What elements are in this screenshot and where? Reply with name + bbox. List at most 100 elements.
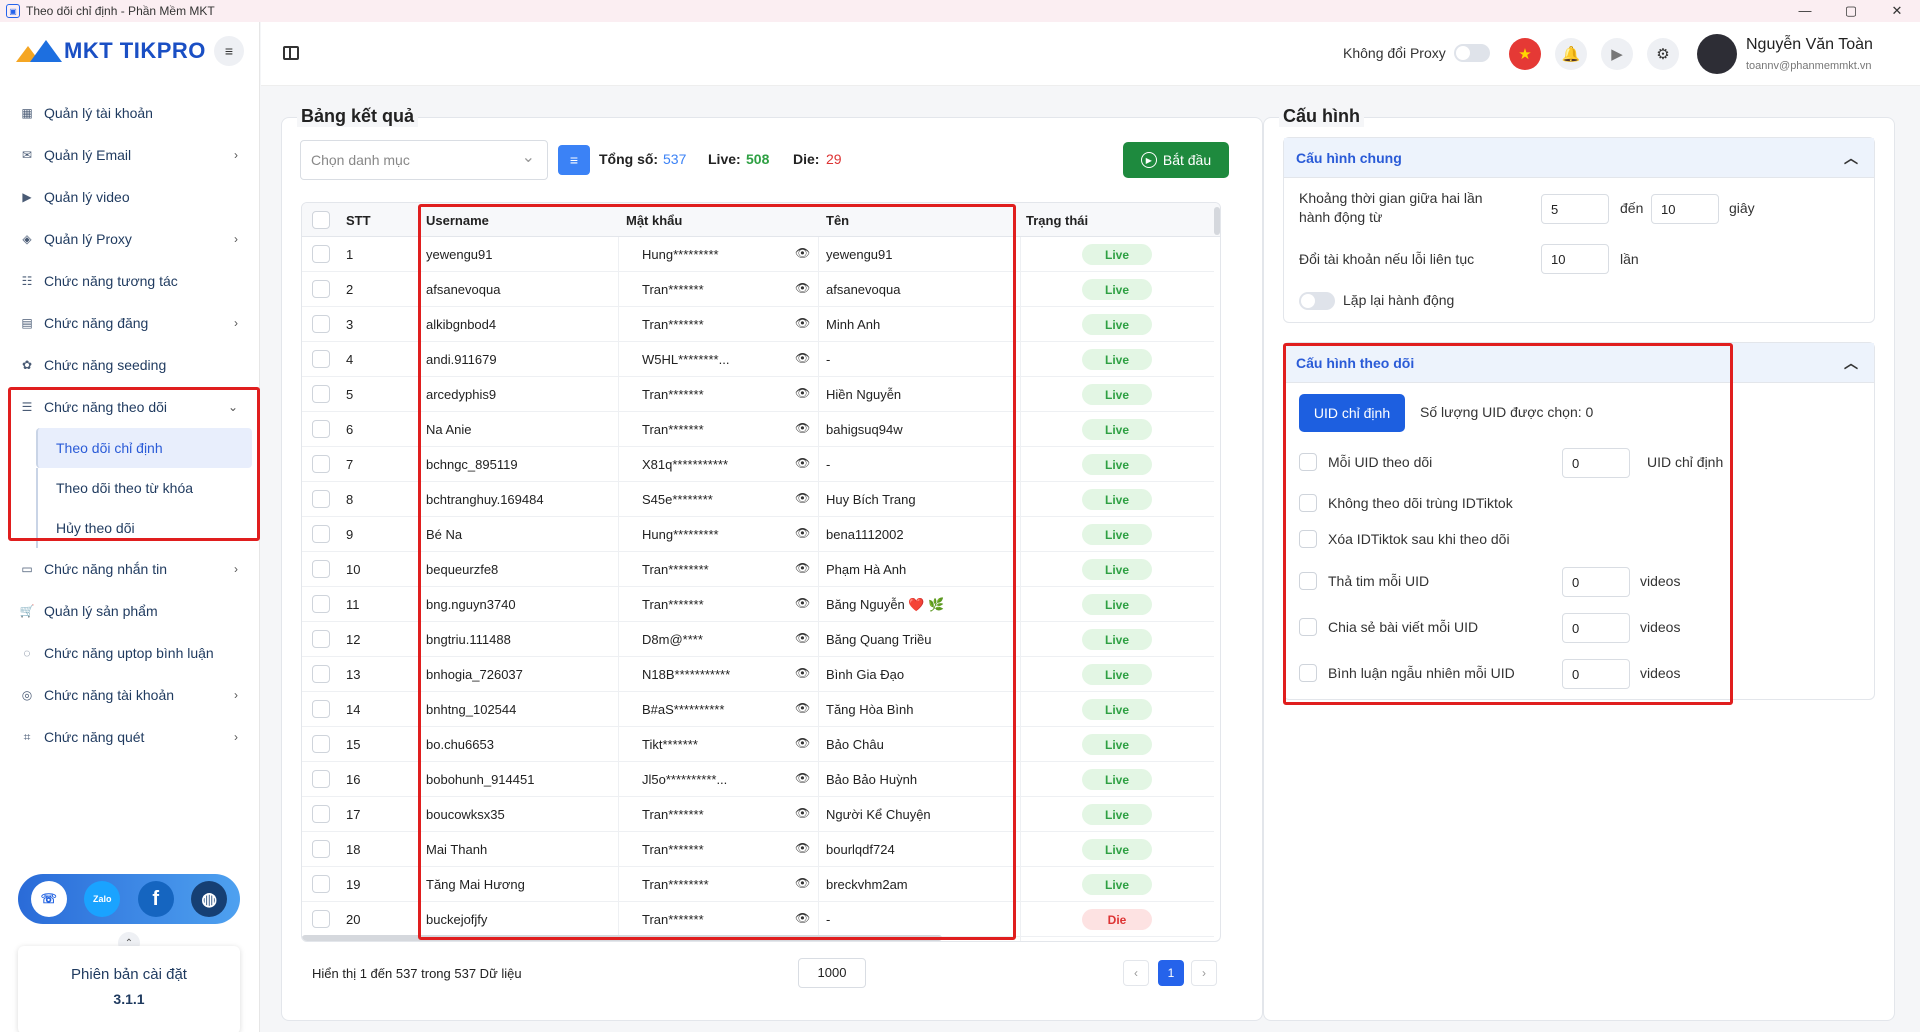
no-duplicate-checkbox[interactable]: [1299, 494, 1317, 512]
eye-icon[interactable]: 👁: [795, 806, 810, 820]
col-status[interactable]: Trạng thái: [1026, 213, 1088, 228]
row-checkbox[interactable]: [312, 630, 330, 648]
uid-specified-button[interactable]: UID chỉ định: [1299, 394, 1405, 432]
table-row[interactable]: 8 bchtranghuy.169484 S45e******** 👁 Huy Bích…: [302, 482, 1214, 517]
table-row[interactable]: 18 Mai Thanh Tran******* 👁 bourlqdf724 Live: [302, 832, 1214, 867]
start-button[interactable]: ▶ Bắt đầu: [1123, 142, 1229, 178]
prev-page-button[interactable]: ‹: [1123, 960, 1149, 986]
horizontal-scrollbar[interactable]: [302, 935, 942, 941]
col-username[interactable]: Username: [426, 213, 489, 228]
vertical-scrollbar[interactable]: [1214, 207, 1220, 235]
zalo-icon[interactable]: Zalo: [84, 881, 121, 917]
table-row[interactable]: 17 boucowksx35 Tran******* 👁 Người Kể Chuyện…: [302, 797, 1214, 832]
gear-icon[interactable]: ⚙: [1647, 38, 1679, 70]
share-checkbox[interactable]: [1299, 618, 1317, 636]
page-1-button[interactable]: 1: [1158, 960, 1184, 986]
row-checkbox[interactable]: [312, 910, 330, 928]
row-checkbox[interactable]: [312, 420, 330, 438]
table-row[interactable]: 7 bchngc_895119 X81q*********** 👁 - Live: [302, 447, 1214, 482]
close-button[interactable]: ✕: [1874, 0, 1920, 22]
table-row[interactable]: 6 Na Anie Tran******* 👁 bahigsuq94w Live: [302, 412, 1214, 447]
sidebar-item-seeding[interactable]: ✿ Chức năng seeding: [0, 344, 260, 386]
row-checkbox[interactable]: [312, 770, 330, 788]
table-row[interactable]: 19 Tăng Mai Hương Tran******** 👁 breckvhm2am…: [302, 867, 1214, 902]
proxy-switch[interactable]: [1453, 44, 1490, 62]
eye-icon[interactable]: 👁: [795, 596, 810, 610]
submenu-unfollow[interactable]: Hủy theo dõi: [36, 508, 260, 548]
table-row[interactable]: 10 bequeurzfe8 Tran******** 👁 Phạm Hà Anh Liv…: [302, 552, 1214, 587]
sidebar-item-scan[interactable]: ⌗ Chức năng quét ›: [0, 716, 260, 758]
table-row[interactable]: 11 bng.nguyn3740 Tran******* 👁 Băng Nguyễn ❤…: [302, 587, 1214, 622]
general-config-header[interactable]: Cấu hình chung ︿: [1284, 138, 1874, 178]
maximize-button[interactable]: ▢: [1828, 0, 1874, 22]
vietnam-flag-icon[interactable]: ★: [1509, 38, 1541, 70]
support-icon[interactable]: ☏: [30, 881, 67, 917]
row-checkbox[interactable]: [312, 840, 330, 858]
eye-icon[interactable]: 👁: [795, 561, 810, 575]
table-row[interactable]: 12 bngtriu.111488 D8m@**** 👁 Băng Quang Triề…: [302, 622, 1214, 657]
table-row[interactable]: 1 yewengu91 Hung********* 👁 yewengu91 Live: [302, 237, 1214, 272]
minimize-button[interactable]: —: [1782, 0, 1828, 22]
eye-icon[interactable]: 👁: [795, 911, 810, 925]
eye-icon[interactable]: 👁: [795, 736, 810, 750]
sidebar-item-email[interactable]: ✉ Quản lý Email ›: [0, 134, 260, 176]
bell-icon[interactable]: 🔔: [1555, 38, 1587, 70]
row-checkbox[interactable]: [312, 385, 330, 403]
table-row[interactable]: 9 Bé Na Hung********* 👁 bena1112002 Live: [302, 517, 1214, 552]
hamburger-icon[interactable]: ≡: [214, 36, 244, 66]
eye-icon[interactable]: 👁: [795, 841, 810, 855]
row-checkbox[interactable]: [312, 350, 330, 368]
sidebar-item-interact[interactable]: ☷ Chức năng tương tác: [0, 260, 260, 302]
category-select[interactable]: Chọn danh mục: [300, 140, 548, 180]
page-size-input[interactable]: 1000: [798, 958, 866, 988]
row-checkbox[interactable]: [312, 805, 330, 823]
row-checkbox[interactable]: [312, 700, 330, 718]
row-checkbox[interactable]: [312, 490, 330, 508]
eye-icon[interactable]: 👁: [795, 526, 810, 540]
row-checkbox[interactable]: [312, 735, 330, 753]
eye-icon[interactable]: 👁: [795, 351, 810, 365]
follow-config-header[interactable]: Cấu hình theo dõi ︿: [1284, 343, 1874, 383]
heart-checkbox[interactable]: [1299, 572, 1317, 590]
interval-from-input[interactable]: 5: [1541, 194, 1609, 224]
table-row[interactable]: 3 alkibgnbod4 Tran******* 👁 Minh Anh Live: [302, 307, 1214, 342]
sidebar-item-post[interactable]: ▤ Chức năng đăng ›: [0, 302, 260, 344]
row-checkbox[interactable]: [312, 315, 330, 333]
eye-icon[interactable]: 👁: [795, 631, 810, 645]
proxy-toggle[interactable]: Không đổi Proxy: [1343, 44, 1490, 62]
eye-icon[interactable]: 👁: [795, 491, 810, 505]
panel-toggle-icon[interactable]: [283, 46, 299, 60]
avatar[interactable]: [1697, 34, 1737, 74]
eye-icon[interactable]: 👁: [795, 701, 810, 715]
chevron-up-icon[interactable]: ︿: [1844, 148, 1858, 168]
row-checkbox[interactable]: [312, 875, 330, 893]
repeat-action-toggle[interactable]: [1299, 292, 1335, 310]
eye-icon[interactable]: 👁: [795, 421, 810, 435]
eye-icon[interactable]: 👁: [795, 281, 810, 295]
row-checkbox[interactable]: [312, 665, 330, 683]
interval-to-input[interactable]: 10: [1651, 194, 1719, 224]
row-checkbox[interactable]: [312, 245, 330, 263]
table-row[interactable]: 13 bnhogia_726037 N18B*********** 👁 Bình Gia…: [302, 657, 1214, 692]
each-uid-checkbox[interactable]: [1299, 453, 1317, 471]
filter-button[interactable]: ≡: [558, 145, 590, 175]
share-input[interactable]: 0: [1562, 613, 1630, 643]
delete-after-follow-checkbox[interactable]: [1299, 530, 1317, 548]
comment-input[interactable]: 0: [1562, 659, 1630, 689]
sidebar-item-video[interactable]: ▶ Quản lý video: [0, 176, 260, 218]
table-row[interactable]: 4 andi.911679 W5HL********... 👁 - Live: [302, 342, 1214, 377]
each-uid-input[interactable]: 0: [1562, 448, 1630, 478]
col-stt[interactable]: STT: [346, 213, 371, 228]
row-checkbox[interactable]: [312, 560, 330, 578]
row-checkbox[interactable]: [312, 455, 330, 473]
sidebar-item-accounts[interactable]: ▦ Quản lý tài khoản: [0, 92, 260, 134]
chevron-up-icon[interactable]: ︿: [1844, 353, 1858, 373]
sidebar-item-products[interactable]: 🛒 Quản lý sản phẩm: [0, 590, 260, 632]
table-row[interactable]: 2 afsanevoqua Tran******* 👁 afsanevoqua Live: [302, 272, 1214, 307]
table-row[interactable]: 20 buckejofjfy Tran******* 👁 - Die: [302, 902, 1214, 937]
col-password[interactable]: Mật khẩu: [626, 213, 682, 228]
sidebar-item-follow[interactable]: ☰ Chức năng theo dõi ⌄: [0, 386, 260, 428]
comment-checkbox[interactable]: [1299, 664, 1317, 682]
table-row[interactable]: 5 arcedyphis9 Tran******* 👁 Hiền Nguyễn Live: [302, 377, 1214, 412]
row-checkbox[interactable]: [312, 595, 330, 613]
